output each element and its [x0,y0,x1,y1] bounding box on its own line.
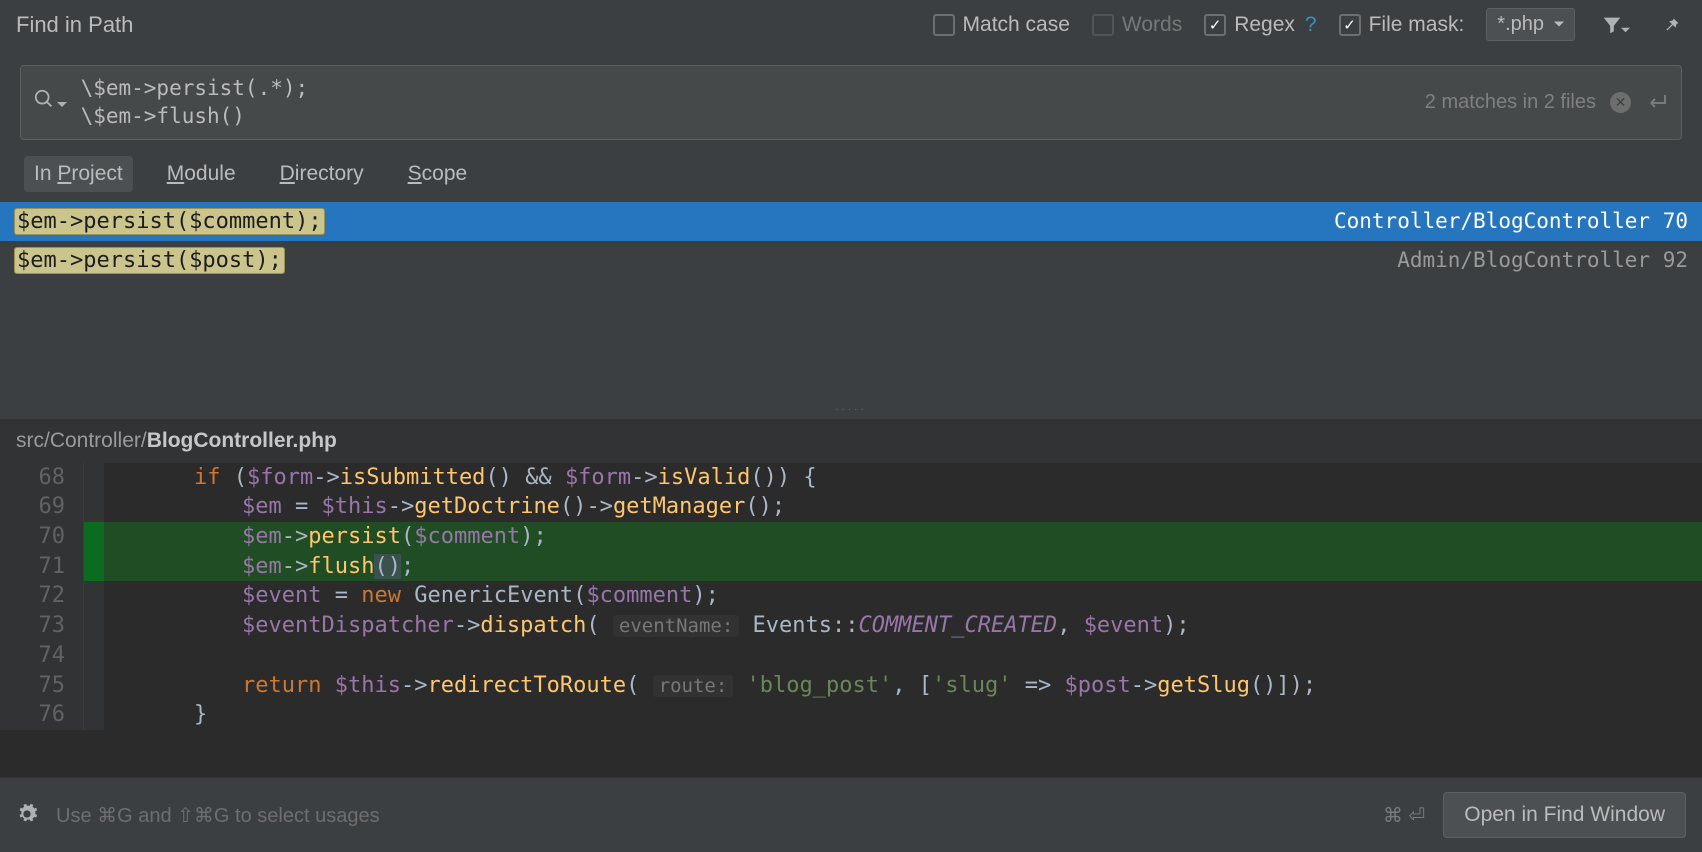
open-in-find-window-button[interactable]: Open in Find Window [1443,792,1686,838]
splitter-handle[interactable] [0,400,1702,419]
result-row[interactable]: $em->persist($comment); Controller/BlogCo… [0,202,1702,241]
footer: Use ⌘G and ⇧⌘G to select usages ⌘ ⏎ Open… [0,777,1702,852]
file-mask-dropdown[interactable]: *.php [1486,8,1575,41]
gutter-strip [84,700,104,730]
code-line: 73 $eventDispatcher->dispatch( eventName:… [0,611,1702,641]
clear-icon[interactable]: ✕ [1610,92,1631,113]
result-code: $em->persist($comment); [14,208,325,235]
match-case-label: Match case [963,13,1070,37]
code-line: 72 $event = new GenericEvent($comment); [0,581,1702,611]
code-line: 69 $em = $this->getDoctrine()->getManager… [0,492,1702,522]
line-number: 71 [0,552,84,582]
checkbox-icon [933,14,955,36]
gear-icon[interactable] [16,803,38,828]
code-preview[interactable]: 68 if ($form->isSubmitted() && $form->isV… [0,463,1702,777]
gutter-strip [84,552,104,582]
code-content: return $this->redirectToRoute( route: 'b… [104,671,1316,701]
match-case-checkbox[interactable]: Match case [933,13,1070,37]
path-prefix: src/Controller/ [16,429,147,452]
checkbox-icon: ✓ [1204,14,1226,36]
gutter-strip [84,463,104,493]
code-content: $em = $this->getDoctrine()->getManager()… [104,492,785,522]
code-line: 68 if ($form->isSubmitted() && $form->isV… [0,463,1702,493]
result-code: $em->persist($post); [14,247,285,274]
line-number: 73 [0,611,84,641]
code-line: 71 $em->flush(); [0,552,1702,582]
code-content: $em->persist($comment); [104,522,547,552]
gutter-strip [84,522,104,552]
search-query[interactable]: \$em->persist(.*); \$em->flush() [81,74,1411,131]
tab-scope[interactable]: Scope [398,156,478,192]
search-icon[interactable] [33,88,67,116]
words-checkbox: Words [1092,13,1182,37]
code-content: } [104,700,207,730]
code-content: $eventDispatcher->dispatch( eventName: E… [104,611,1190,641]
gutter-strip [84,492,104,522]
gutter-strip [84,611,104,641]
code-line: 70 $em->persist($comment); [0,522,1702,552]
code-content: if ($form->isSubmitted() && $form->isVal… [104,463,817,493]
titlebar: Find in Path Match case Words ✓ Regex ? … [0,0,1702,49]
gutter-strip [84,641,104,671]
regex-label: Regex [1234,13,1295,37]
regex-help-icon[interactable]: ? [1305,13,1317,37]
gutter-strip [84,671,104,701]
checkbox-icon [1092,14,1114,36]
line-number: 72 [0,581,84,611]
line-number: 69 [0,492,84,522]
line-number: 75 [0,671,84,701]
result-location: Admin/BlogController 92 [1397,248,1688,272]
result-row[interactable]: $em->persist($post); Admin/BlogController… [0,241,1702,280]
shortcut-hint: ⌘ ⏎ [1383,803,1425,828]
file-mask-label: File mask: [1369,13,1465,37]
checkbox-icon: ✓ [1339,14,1361,36]
file-mask-checkbox[interactable]: ✓ File mask: [1339,13,1465,37]
line-number: 76 [0,700,84,730]
filter-icon[interactable] [1597,10,1634,40]
filename: BlogController.php [147,429,337,452]
regex-checkbox[interactable]: ✓ Regex ? [1204,13,1316,37]
words-label: Words [1122,13,1182,37]
results-list: $em->persist($comment); Controller/BlogCo… [0,202,1702,280]
line-number: 68 [0,463,84,493]
pin-icon[interactable] [1656,10,1686,40]
search-field[interactable]: \$em->persist(.*); \$em->flush() 2 match… [20,65,1682,140]
result-location: Controller/BlogController 70 [1334,209,1688,233]
code-line: 75 return $this->redirectToRoute( route: … [0,671,1702,701]
code-line: 76} [0,700,1702,730]
code-line: 74 [0,641,1702,671]
scope-tabs: In Project Module Directory Scope [0,150,1702,202]
line-number: 70 [0,522,84,552]
footer-hint: Use ⌘G and ⇧⌘G to select usages [56,803,380,828]
enter-icon [1645,91,1669,114]
line-number: 74 [0,641,84,671]
gutter-strip [84,581,104,611]
match-count: 2 matches in 2 files [1425,91,1596,114]
tab-in-project[interactable]: In Project [24,156,133,192]
tab-module[interactable]: Module [157,156,246,192]
code-content: $event = new GenericEvent($comment); [104,581,719,611]
tab-directory[interactable]: Directory [270,156,374,192]
dialog-title: Find in Path [16,12,133,38]
code-content: $em->flush(); [104,552,414,582]
preview-file-path: src/Controller/BlogController.php [0,419,1702,463]
code-content [104,641,242,671]
